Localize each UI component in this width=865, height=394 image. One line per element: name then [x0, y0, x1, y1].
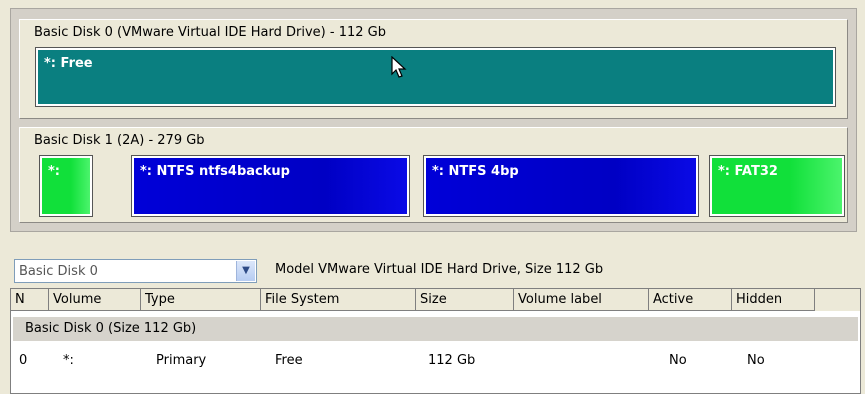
cell-n: 0 — [19, 353, 28, 368]
disk-selector-value: Basic Disk 0 — [19, 264, 98, 279]
disk-1-partition-4bp[interactable]: *: NTFS 4bp — [423, 155, 699, 217]
disk-1-partition-fat32[interactable]: *: FAT32 — [709, 155, 845, 217]
disk-list-panel: Basic Disk 0 ▼ Model VMware Virtual IDE … — [10, 244, 861, 394]
cell-size: 112 Gb — [428, 353, 476, 368]
disk-0-box[interactable]: Basic Disk 0 (VMware Virtual IDE Hard Dr… — [19, 19, 848, 119]
disk-map-panel: Basic Disk 0 (VMware Virtual IDE Hard Dr… — [10, 8, 857, 232]
cell-hidden: No — [747, 353, 765, 368]
disk-1-partition-0[interactable]: *: — [39, 155, 93, 217]
column-header-volume-label[interactable]: Volume label — [514, 289, 649, 311]
disk-0-partition-free[interactable]: *: Free — [35, 47, 836, 107]
table-group-row[interactable]: Basic Disk 0 (Size 112 Gb) — [13, 317, 858, 341]
disk-1-partition-ntfs4backup[interactable]: *: NTFS ntfs4backup — [131, 155, 410, 217]
cell-active: No — [669, 353, 687, 368]
column-header-file-system[interactable]: File System — [261, 289, 416, 311]
cell-type: Primary — [156, 353, 207, 368]
cell-volume: *: — [63, 353, 74, 368]
volumes-table: N Volume Type File System Size Volume la… — [10, 288, 861, 394]
column-header-volume[interactable]: Volume — [49, 289, 141, 311]
column-header-type[interactable]: Type — [141, 289, 261, 311]
chevron-down-icon[interactable]: ▼ — [236, 261, 255, 281]
disk-1-title: Basic Disk 1 (2A) - 279 Gb — [34, 133, 205, 148]
table-row[interactable]: 0 *: Primary Free 112 Gb No No — [13, 345, 858, 375]
disk-1-box[interactable]: Basic Disk 1 (2A) - 279 Gb *: *: NTFS nt… — [19, 127, 848, 223]
column-header-n[interactable]: N — [11, 289, 49, 311]
cell-file-system: Free — [275, 353, 303, 368]
column-header-hidden[interactable]: Hidden — [732, 289, 815, 311]
column-header-size[interactable]: Size — [416, 289, 514, 311]
mouse-cursor-icon — [391, 56, 407, 78]
table-header: N Volume Type File System Size Volume la… — [11, 289, 860, 311]
column-header-active[interactable]: Active — [649, 289, 732, 311]
disk-0-title: Basic Disk 0 (VMware Virtual IDE Hard Dr… — [34, 25, 386, 40]
disk-selector-dropdown[interactable]: Basic Disk 0 ▼ — [14, 259, 257, 283]
disk-model-info: Model VMware Virtual IDE Hard Drive, Siz… — [275, 262, 604, 277]
